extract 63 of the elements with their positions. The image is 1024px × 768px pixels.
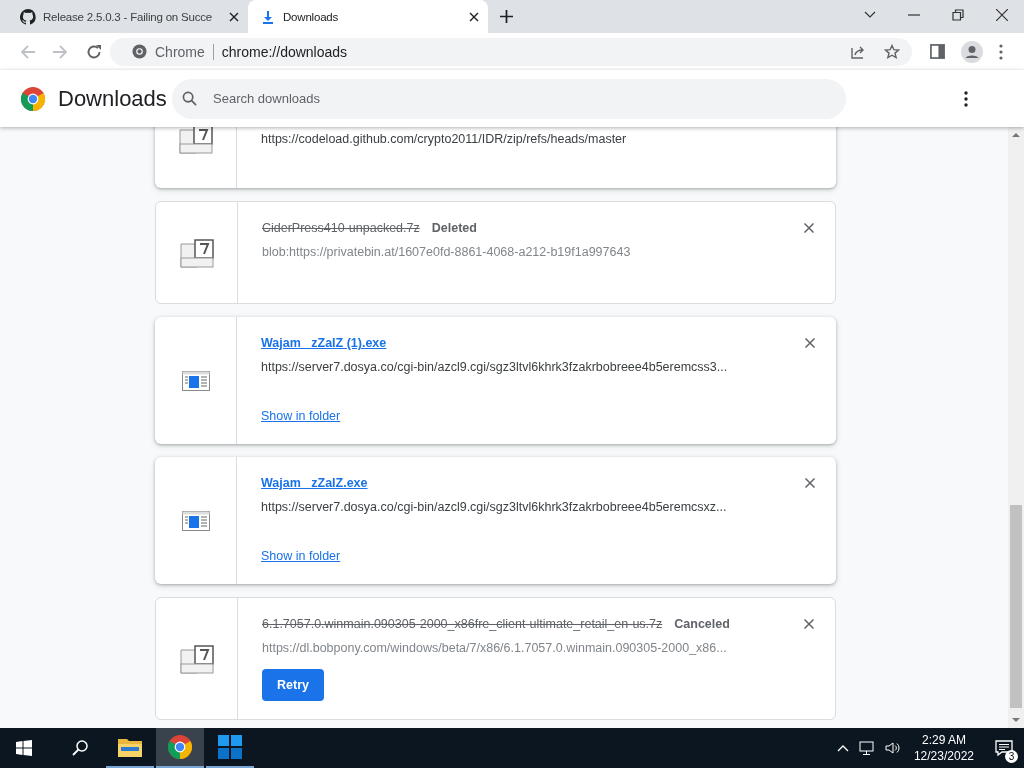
- show-in-folder-link[interactable]: Show in folder: [261, 549, 341, 563]
- source-url: https://dl.bobpony.com/windows/beta/7/x86/6.1.7057.0.winmain.090305-2000_x86...: [262, 641, 727, 655]
- chevron-down-icon[interactable]: [864, 11, 876, 19]
- clock[interactable]: 2:29 AM 12/23/2022: [913, 732, 974, 764]
- close-icon[interactable]: [805, 338, 815, 348]
- close-icon[interactable]: [996, 9, 1008, 21]
- tiles-icon: [218, 735, 242, 759]
- close-icon[interactable]: [804, 223, 814, 233]
- folder-icon: [118, 737, 142, 757]
- search-field[interactable]: Search downloads: [172, 78, 846, 119]
- search-icon: [182, 90, 197, 106]
- source-url: https://server7.dosya.co/cgi-bin/azcl9.cgi/sgz3ltvl6khrk3fzakrbobreee4b5eremcsxz...: [261, 500, 727, 514]
- menu-icon[interactable]: [999, 43, 1003, 60]
- close-icon[interactable]: [469, 11, 479, 22]
- chrome-icon: [168, 735, 192, 759]
- program-file-icon: [181, 370, 210, 391]
- volume-icon[interactable]: [884, 740, 901, 756]
- notification-count: 3: [1005, 750, 1018, 763]
- chrome-logo: [21, 86, 45, 111]
- network-icon[interactable]: [858, 740, 875, 756]
- profile-icon[interactable]: [961, 40, 983, 63]
- close-icon[interactable]: [229, 11, 239, 22]
- source-url: https://server7.dosya.co/cgi-bin/azcl9.cgi/sgz3ltvl6khrk3fzakrbobreee4b5eremcss3...: [261, 360, 728, 374]
- scrollbar[interactable]: [1008, 127, 1024, 728]
- unknown-file-icon: [179, 643, 214, 674]
- browser-tab[interactable]: Release 2.5.0.3 - Failing on Succe: [8, 0, 248, 33]
- time-text: 2:29 AM: [921, 732, 966, 748]
- scroll-up-icon[interactable]: [1012, 132, 1020, 137]
- source-url: blob:https://privatebin.at/1607e0fd-8861-4068-a212-b19f1a997643: [262, 245, 631, 259]
- file-name: CiderPress410-unpacked.7z: [262, 221, 420, 235]
- start-icon[interactable]: [16, 740, 32, 756]
- scroll-down-icon[interactable]: [1012, 718, 1020, 723]
- retry-button[interactable]: Retry: [262, 669, 324, 701]
- menu-icon[interactable]: [964, 90, 968, 107]
- program-file-icon: [181, 510, 210, 531]
- taskbar-app[interactable]: [156, 728, 204, 768]
- url-text: chrome://downloads: [221, 43, 348, 60]
- unknown-file-icon: [179, 237, 214, 268]
- side-panel-icon[interactable]: [930, 44, 945, 59]
- chevron-up-icon[interactable]: [836, 744, 849, 752]
- file-link[interactable]: Wajam _zZaIZ (1).exe: [261, 336, 387, 350]
- scrollbar-thumb[interactable]: [1010, 505, 1022, 708]
- source-url: https://codeload.github.com/crypto2011/IDR/zip/refs/heads/master: [261, 132, 627, 146]
- restore-icon[interactable]: [952, 9, 964, 21]
- new-tab-icon[interactable]: [500, 10, 513, 23]
- download-icon: [260, 8, 276, 25]
- reload-icon[interactable]: [86, 43, 102, 60]
- search-icon[interactable]: [72, 740, 88, 756]
- close-icon[interactable]: [804, 619, 814, 629]
- star-icon[interactable]: [884, 43, 900, 60]
- browser-tab[interactable]: Downloads: [248, 0, 488, 33]
- chrome-icon: [132, 44, 147, 59]
- page-title: Downloads: [58, 85, 168, 112]
- address-bar[interactable]: Chrome chrome://downloads: [110, 37, 912, 66]
- date-text: 12/23/2022: [913, 748, 974, 764]
- file-name: 6.1.7057.0.winmain.090305-2000_x86fre_client-ultimate_retail_en-us.7z: [262, 617, 663, 631]
- github-icon: [20, 8, 36, 25]
- status-label: Canceled: [674, 617, 730, 631]
- site-label: Chrome: [155, 43, 205, 60]
- status-label: Deleted: [431, 221, 477, 235]
- file-link[interactable]: Wajam _zZaIZ.exe: [261, 476, 368, 490]
- close-icon[interactable]: [805, 478, 815, 488]
- show-in-folder-link[interactable]: Show in folder: [261, 409, 341, 423]
